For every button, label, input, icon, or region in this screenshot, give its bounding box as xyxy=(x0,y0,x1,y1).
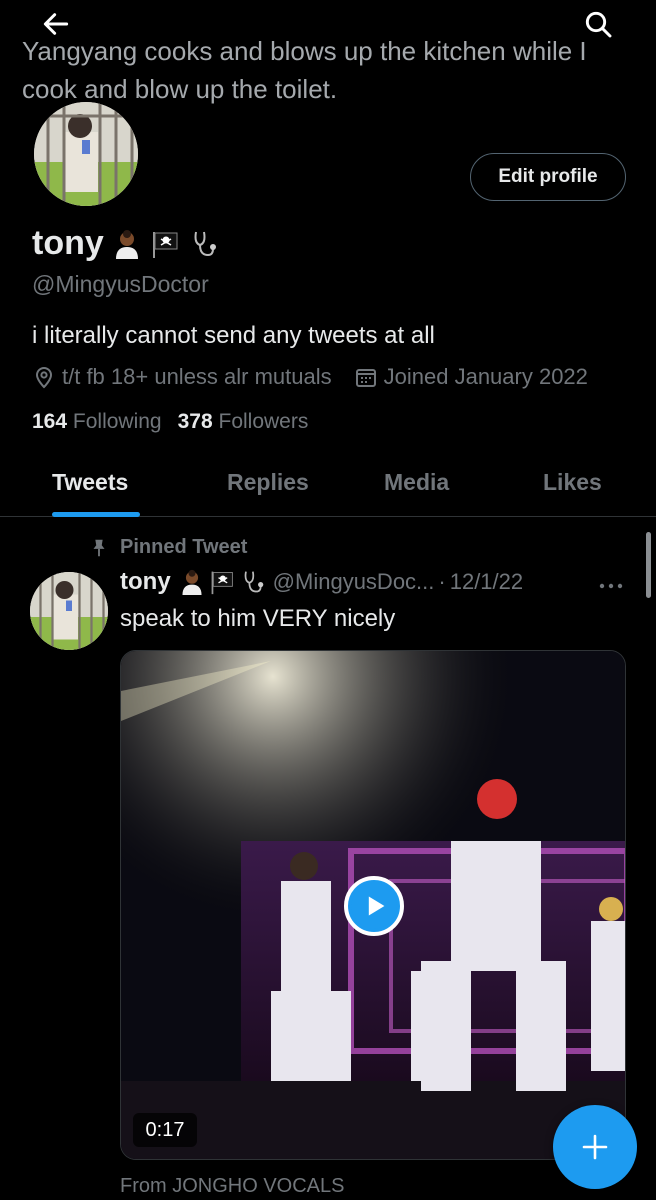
pinned-label-row: Pinned Tweet xyxy=(88,536,247,559)
tab-replies[interactable]: Replies xyxy=(227,469,309,496)
joined-text: Joined January 2022 xyxy=(383,364,588,389)
tweet-video[interactable] xyxy=(120,650,626,1160)
stethoscope-icon xyxy=(194,231,216,256)
active-tab-indicator xyxy=(52,512,140,517)
pirate-flag-icon xyxy=(152,231,178,258)
plus-icon xyxy=(582,1134,608,1160)
following-label: Following xyxy=(72,410,162,433)
profile-meta: t/t fb 18+ unless alr mutuals Joined Jan… xyxy=(32,364,588,390)
following-count: 164 xyxy=(32,410,68,433)
video-duration: 0:17 xyxy=(133,1113,197,1147)
name-row: tony xyxy=(32,224,218,263)
top-bar: Yangyang cooks and blows up the kitchen … xyxy=(0,0,656,110)
tweet-avatar[interactable] xyxy=(30,572,108,650)
more-options-icon[interactable] xyxy=(596,574,626,598)
follow-counts: 164 Following 378 Followers xyxy=(32,410,308,434)
tweet-header: tony @MingyusDoc... · 12/1/22 xyxy=(120,568,630,596)
tweet-handle[interactable]: @MingyusDoc... xyxy=(273,569,435,595)
profile-tabs: Tweets Replies Media Likes xyxy=(0,455,656,517)
tweet-author[interactable]: tony xyxy=(120,568,171,596)
pin-icon xyxy=(93,539,105,556)
video-source[interactable]: From JONGHO VOCALS xyxy=(120,1175,344,1198)
calendar-icon xyxy=(355,369,376,387)
location-text: t/t fb 18+ unless alr mutuals xyxy=(62,364,332,389)
profile-bio: i literally cannot send any tweets at al… xyxy=(32,322,435,349)
tweet-date[interactable]: 12/1/22 xyxy=(450,569,523,595)
tab-likes[interactable]: Likes xyxy=(543,469,602,496)
tweet-text: speak to him VERY nicely xyxy=(120,605,396,632)
profile-handle: @MingyusDoctor xyxy=(32,271,209,297)
header-text: Yangyang cooks and blows up the kitchen … xyxy=(22,36,587,104)
tab-tweets[interactable]: Tweets xyxy=(52,469,128,496)
tab-media[interactable]: Media xyxy=(384,469,449,496)
location-item: t/t fb 18+ unless alr mutuals xyxy=(32,364,332,390)
following-link[interactable]: 164 Following xyxy=(32,410,162,434)
doctor-emoji-icon xyxy=(115,229,138,259)
followers-label: Followers xyxy=(218,410,309,433)
pinned-label: Pinned Tweet xyxy=(120,536,248,558)
play-icon[interactable] xyxy=(344,876,404,936)
stethoscope-icon xyxy=(244,571,263,593)
profile-avatar[interactable] xyxy=(30,98,142,210)
display-name: tony xyxy=(32,224,104,262)
pirate-flag-icon xyxy=(211,571,233,595)
joined-item: Joined January 2022 xyxy=(354,364,588,390)
doctor-emoji-icon xyxy=(182,569,202,595)
location-pin-icon xyxy=(35,367,53,389)
edit-profile-button[interactable]: Edit profile xyxy=(470,153,626,201)
compose-tweet-button[interactable] xyxy=(553,1105,637,1189)
followers-count: 378 xyxy=(177,410,213,433)
followers-link[interactable]: 378 Followers xyxy=(178,410,309,434)
tweet-separator: · xyxy=(438,569,446,594)
scrollbar[interactable] xyxy=(646,532,651,598)
